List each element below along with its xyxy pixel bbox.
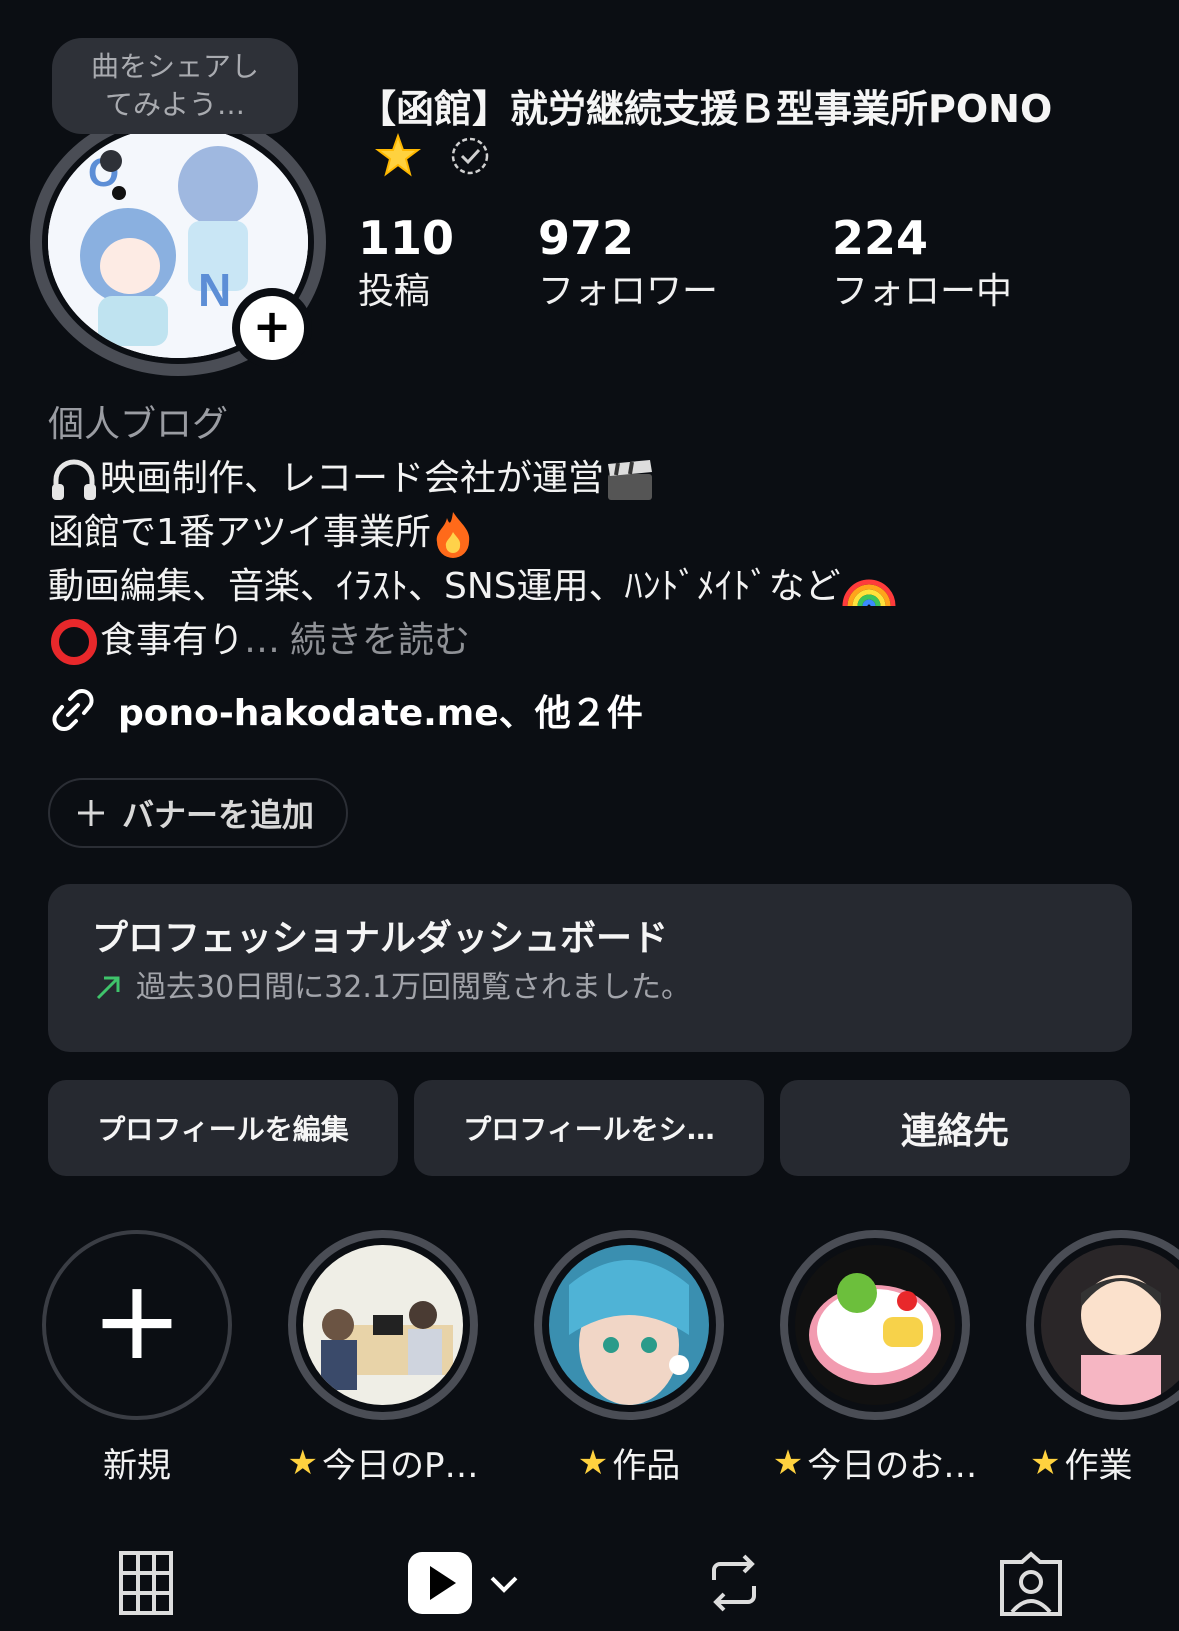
verified-outline-icon[interactable] (450, 136, 490, 176)
add-banner-button[interactable]: バナーを追加 (48, 778, 348, 848)
highlight-label: 作業 (1064, 1446, 1133, 1486)
glowing-star-icon: ★ (1030, 1442, 1061, 1483)
add-banner-label: バナーを追加 (122, 796, 315, 834)
profile-name: 【函館】就労継続支援Ｂ型事業所PONO (358, 87, 1053, 131)
dashboard-title: プロフェッショナルダッシュボード (92, 918, 669, 959)
highlight-item[interactable]: ★ 今日のお… (773, 1230, 977, 1487)
external-link[interactable]: pono-hakodate.me、他２件 (48, 684, 643, 736)
trend-up-arrow-icon (96, 976, 120, 1000)
bio-line2: 函館で1番アツイ事業所 (48, 512, 431, 553)
highlight-label: 今日のお… (807, 1446, 978, 1486)
highlight-label: 今日のP… (321, 1446, 479, 1486)
read-more-link[interactable]: 続きを読む (290, 620, 470, 661)
glowing-star-icon: ★ (772, 1442, 804, 1483)
add-story-button[interactable]: + (232, 288, 312, 368)
highlight-label: 新規 (103, 1446, 171, 1486)
share-music-tooltip[interactable]: 曲をシェアし てみよう… (52, 38, 298, 134)
grid-icon[interactable] (118, 1550, 174, 1616)
followers-label: フォロワー (538, 271, 719, 312)
headphones-icon (52, 459, 96, 500)
bio-line1: 映画制作、レコード会社が運営 (100, 458, 605, 499)
plus-icon: + (90, 1256, 184, 1384)
highlight-new-circle: + (42, 1230, 232, 1420)
highlight-item[interactable]: ★ 今日のP… (287, 1230, 479, 1487)
repost-icon[interactable] (706, 1550, 762, 1616)
bio-line3: 動画編集、音楽、ｲﾗｽﾄ、SNS運用、ﾊﾝﾄﾞﾒｲﾄﾞなど (48, 566, 841, 607)
profile-tab-bar (0, 1540, 1179, 1631)
professional-dashboard-card[interactable]: プロフェッショナルダッシュボード 過去30日間に32.1万回閲覧されました。 (48, 884, 1132, 1052)
highlight-label: 作品 (612, 1446, 681, 1486)
stat-posts[interactable]: 110 投稿 (358, 210, 454, 318)
link-text: pono-hakodate.me、他２件 (118, 693, 643, 734)
glowing-star-icon (375, 133, 421, 177)
highlight-new[interactable]: + 新規 (42, 1230, 232, 1487)
tooltip-line2: てみよう… (104, 88, 245, 121)
tagged-user-icon[interactable] (998, 1550, 1064, 1616)
link-icon (52, 688, 94, 732)
tooltip-line1: 曲をシェアし (90, 50, 259, 83)
followers-count: 972 (538, 211, 635, 265)
following-label: フォロー中 (832, 271, 1013, 312)
highlight-item[interactable]: ★ 作品 (534, 1230, 724, 1487)
posts-label: 投稿 (358, 271, 431, 312)
glowing-star-icon: ★ (287, 1442, 318, 1483)
highlight-circle (1026, 1230, 1179, 1420)
dashboard-subtitle: 過去30日間に32.1万回閲覧されました。 (136, 970, 691, 1005)
red-circle-icon (51, 619, 97, 665)
highlight-circle (534, 1230, 724, 1420)
posts-count: 110 (358, 211, 455, 265)
stat-followers[interactable]: 972 フォロワー (538, 210, 718, 318)
highlight-circle (288, 1230, 478, 1420)
plus-icon (78, 800, 104, 826)
fire-icon (436, 512, 470, 558)
highlight-photo-bento (795, 1245, 955, 1405)
bio-category: 個人ブログ (48, 404, 229, 445)
share-profile-button[interactable]: プロフィールをシ… (414, 1080, 764, 1176)
highlight-circle (780, 1230, 970, 1420)
bio: 個人ブログ 映画制作、レコード会社が運営 函館で1番アツイ事業所 動画編集、音楽… (48, 398, 897, 668)
rainbow-icon (842, 579, 896, 607)
stat-following[interactable]: 224 フォロー中 (832, 210, 1012, 318)
tooltip-tail (100, 150, 122, 172)
reels-play-icon[interactable] (406, 1550, 526, 1616)
highlight-item[interactable]: ★ 作業 (1026, 1230, 1179, 1487)
plus-icon: + (252, 299, 292, 353)
tooltip-tail-small (112, 186, 126, 200)
following-count: 224 (832, 211, 929, 265)
bio-ellipsis: … (244, 620, 281, 661)
glowing-star-icon: ★ (577, 1442, 609, 1483)
highlight-photo-artwork (549, 1245, 709, 1405)
contact-button[interactable]: 連絡先 (780, 1080, 1130, 1176)
edit-profile-button[interactable]: プロフィールを編集 (48, 1080, 398, 1176)
bio-line4: 食事有り (100, 620, 245, 661)
clapper-board-icon (608, 460, 653, 500)
highlight-photo-meeting (303, 1245, 463, 1405)
highlight-photo-worker (1041, 1245, 1179, 1405)
svg-text:N: N (198, 264, 231, 316)
